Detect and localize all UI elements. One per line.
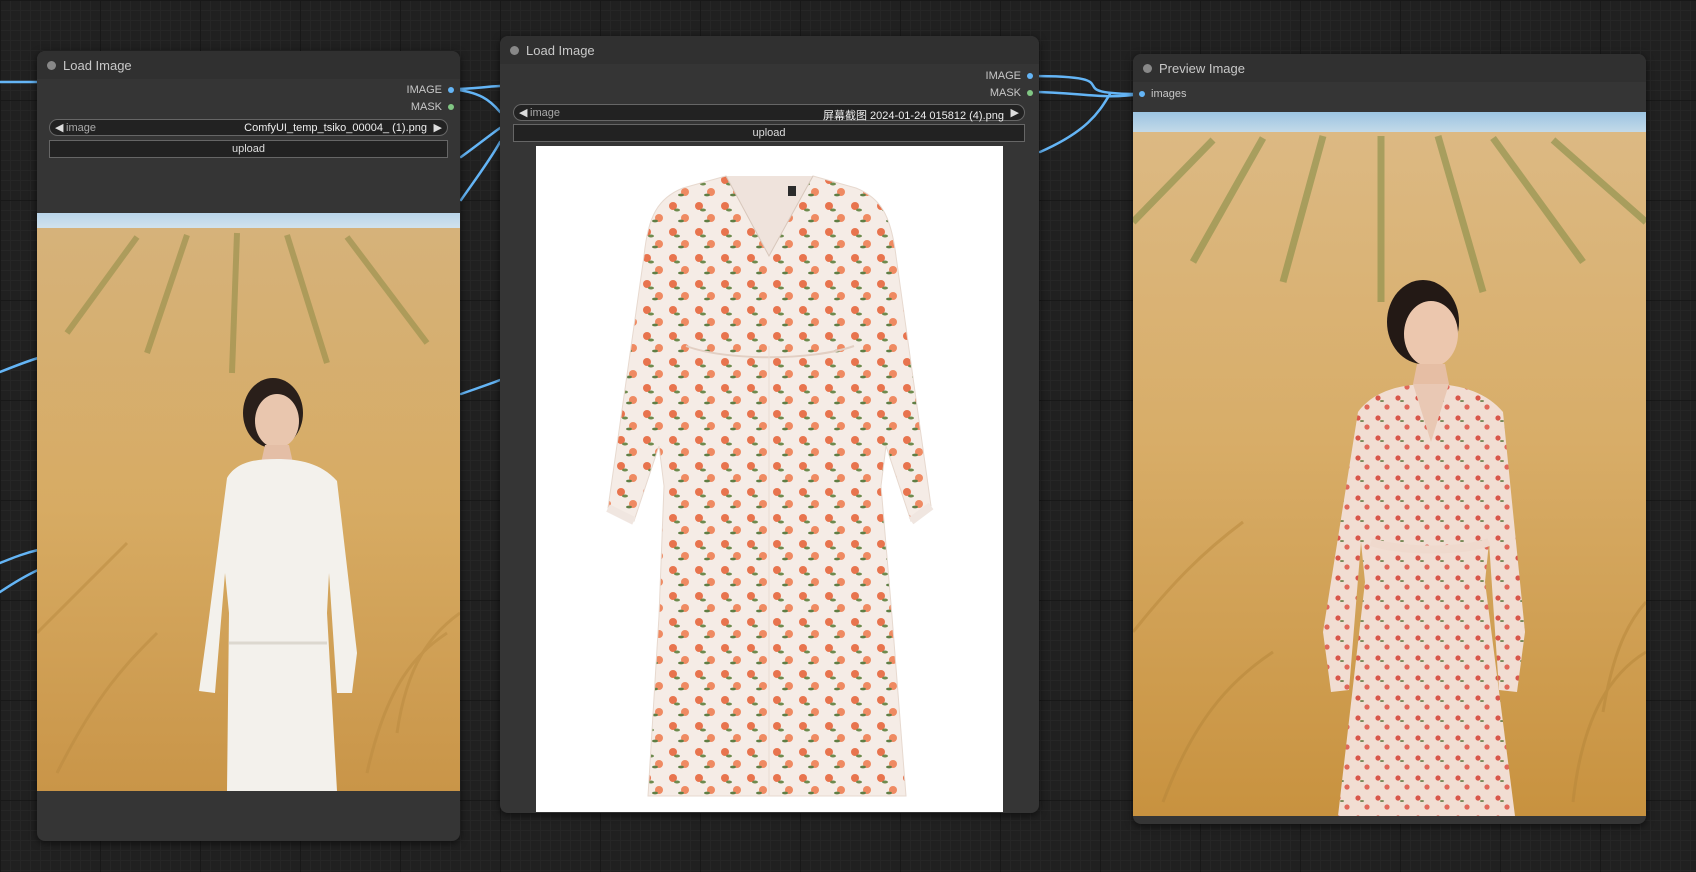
node-header[interactable]: Load Image: [500, 36, 1039, 64]
link-offscreen-b: [0, 548, 40, 565]
slot-label: IMAGE: [406, 84, 442, 96]
widget-name: image: [66, 122, 96, 134]
collapse-icon[interactable]: [1143, 64, 1152, 73]
slot-dot-icon[interactable]: [1139, 91, 1145, 97]
node-header[interactable]: Preview Image: [1133, 54, 1646, 82]
link-load2-image-to-preview: [1029, 74, 1143, 96]
image-combo-widget[interactable]: ◀ image ComfyUI_temp_tsiko_00004_ (1).pn…: [49, 119, 448, 136]
wheat-field-photo: [37, 213, 460, 791]
arrow-left-icon[interactable]: ◀: [55, 121, 63, 134]
image-preview: [37, 213, 460, 791]
collapse-icon[interactable]: [47, 61, 56, 70]
arrow-right-icon[interactable]: ▶: [1011, 106, 1019, 119]
arrow-left-icon[interactable]: ◀: [519, 106, 527, 119]
widget-name: image: [530, 107, 560, 119]
load-image-node-1[interactable]: Load Image IMAGE MASK ◀ image ComfyUI_te…: [37, 51, 460, 841]
slot-dot-icon[interactable]: [1027, 73, 1033, 79]
node-title: Load Image: [526, 43, 595, 58]
image-combo-widget[interactable]: ◀ image 屏幕截图 2024-01-24 015812 (4).png ▶: [513, 104, 1025, 122]
node-header[interactable]: Load Image: [37, 51, 460, 79]
node-title: Preview Image: [1159, 61, 1245, 76]
link-to-preview-lower: [1038, 92, 1112, 154]
link-offscreen-a: [0, 356, 40, 374]
slot-label: images: [1151, 88, 1187, 100]
image-preview: [536, 146, 1003, 812]
output-slot-mask[interactable]: MASK: [411, 100, 454, 114]
output-slot-mask[interactable]: MASK: [990, 86, 1033, 100]
slot-dot-icon[interactable]: [448, 104, 454, 110]
collapse-icon[interactable]: [510, 46, 519, 55]
widget-value: ComfyUI_temp_tsiko_00004_ (1).png: [244, 122, 427, 134]
wheat-field-floral-dress-photo: [1133, 112, 1646, 816]
output-slot-image[interactable]: IMAGE: [407, 83, 454, 97]
link-load1-image-e: [459, 378, 502, 396]
image-preview: [1133, 112, 1646, 816]
slot-dot-icon[interactable]: [448, 87, 454, 93]
slot-dot-icon[interactable]: [1027, 90, 1033, 96]
slot-label: MASK: [989, 87, 1021, 99]
upload-button[interactable]: upload: [513, 124, 1025, 142]
slot-label: IMAGE: [985, 70, 1021, 82]
floral-dress-photo: [606, 175, 934, 797]
widget-value: 屏幕截图 2024-01-24 015812 (4).png: [823, 110, 1004, 122]
input-slot-images[interactable]: images: [1139, 87, 1186, 101]
output-slot-image[interactable]: IMAGE: [986, 69, 1033, 83]
link-load1-image-c: [459, 126, 502, 159]
upload-button[interactable]: upload: [49, 140, 448, 158]
node-title: Load Image: [63, 58, 132, 73]
link-offscreen-c: [0, 568, 40, 594]
link-load2-mask-to-preview: [1029, 90, 1143, 98]
link-load1-image-d: [459, 140, 502, 202]
slot-label: MASK: [410, 101, 442, 113]
load-image-node-2[interactable]: Load Image IMAGE MASK ◀ image 屏幕截图 2024-…: [500, 36, 1039, 813]
arrow-right-icon[interactable]: ▶: [434, 121, 442, 134]
preview-image-node[interactable]: Preview Image images: [1133, 54, 1646, 824]
